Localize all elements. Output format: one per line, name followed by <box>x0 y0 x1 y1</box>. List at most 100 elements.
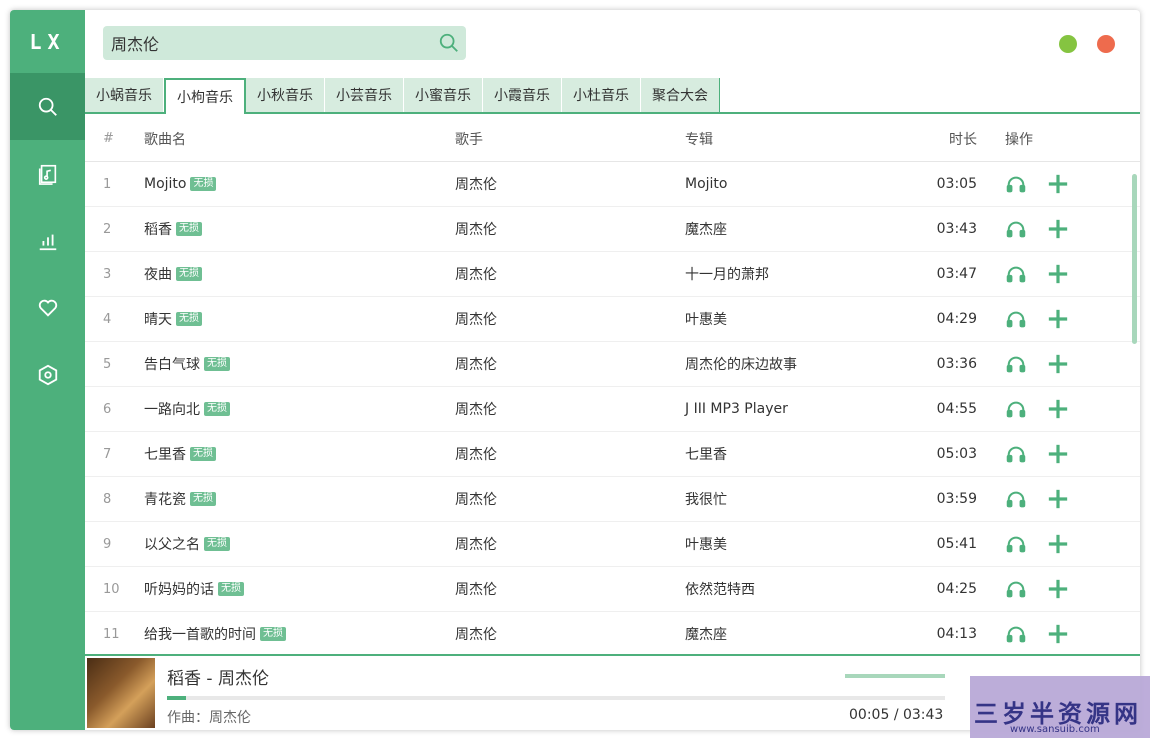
add-icon[interactable] <box>1047 398 1069 420</box>
heart-icon <box>38 299 57 317</box>
lossless-badge: 无损 <box>204 537 230 551</box>
source-tab[interactable]: 小蜗音乐 <box>85 78 164 112</box>
table-row[interactable]: 1 Mojito 无损 周杰伦 Mojito 03:05 <box>85 162 1140 207</box>
listen-icon[interactable] <box>1005 353 1027 375</box>
album[interactable]: 七里香 <box>685 444 900 464</box>
row-num: 2 <box>103 221 112 237</box>
add-icon[interactable] <box>1047 218 1069 240</box>
album[interactable]: 依然范特西 <box>685 579 900 599</box>
listen-icon[interactable] <box>1005 533 1027 555</box>
time-display: 00:05 / 03:43 <box>849 707 943 723</box>
lossless-badge: 无损 <box>190 447 216 461</box>
album[interactable]: 魔杰座 <box>685 624 900 644</box>
nav-settings[interactable] <box>10 341 85 408</box>
singer[interactable]: 周杰伦 <box>455 174 685 194</box>
row-actions <box>985 578 1085 600</box>
source-tab[interactable]: 小芸音乐 <box>325 78 404 112</box>
singer[interactable]: 周杰伦 <box>455 579 685 599</box>
album[interactable]: 叶惠美 <box>685 309 900 329</box>
album[interactable]: J III MP3 Player <box>685 401 900 417</box>
table-row[interactable]: 7 七里香 无损 周杰伦 七里香 05:03 <box>85 432 1140 477</box>
source-tab[interactable]: 小蜜音乐 <box>404 78 483 112</box>
search-input[interactable] <box>103 33 432 53</box>
source-tab[interactable]: 聚合大会 <box>641 78 720 112</box>
add-icon[interactable] <box>1047 308 1069 330</box>
search-button[interactable] <box>432 26 466 60</box>
singer[interactable]: 周杰伦 <box>455 399 685 419</box>
listen-icon[interactable] <box>1005 443 1027 465</box>
listen-icon[interactable] <box>1005 263 1027 285</box>
duration: 04:13 <box>936 626 977 642</box>
album[interactable]: 十一月的萧邦 <box>685 264 900 284</box>
header-ops: 操作 <box>1005 131 1033 148</box>
singer[interactable]: 周杰伦 <box>455 309 685 329</box>
listen-icon[interactable] <box>1005 488 1027 510</box>
song-name: 告白气球 <box>144 357 200 373</box>
close-button[interactable] <box>1097 35 1115 53</box>
table-row[interactable]: 9 以父之名 无损 周杰伦 叶惠美 05:41 <box>85 522 1140 567</box>
lossless-badge: 无损 <box>176 267 202 281</box>
source-tabs: 小蜗音乐 小枸音乐 小秋音乐 小芸音乐 小蜜音乐 小霞音乐 小杜音乐 聚合大会 <box>85 78 1140 114</box>
album[interactable]: 周杰伦的床边故事 <box>685 354 900 374</box>
table-row[interactable]: 11 给我一首歌的时间 无损 周杰伦 魔杰座 04:13 <box>85 612 1140 656</box>
source-tab[interactable]: 小秋音乐 <box>246 78 325 112</box>
source-tab[interactable]: 小杜音乐 <box>562 78 641 112</box>
add-icon[interactable] <box>1047 623 1069 645</box>
album-cover[interactable] <box>87 658 155 728</box>
add-icon[interactable] <box>1047 533 1069 555</box>
progress-bar[interactable] <box>167 696 945 700</box>
song-name: 七里香 <box>144 447 186 463</box>
source-tab[interactable]: 小霞音乐 <box>483 78 562 112</box>
table-row[interactable]: 5 告白气球 无损 周杰伦 周杰伦的床边故事 03:36 <box>85 342 1140 387</box>
lossless-badge: 无损 <box>204 357 230 371</box>
table-row[interactable]: 4 晴天 无损 周杰伦 叶惠美 04:29 <box>85 297 1140 342</box>
album[interactable]: Mojito <box>685 176 900 192</box>
add-icon[interactable] <box>1047 443 1069 465</box>
add-icon[interactable] <box>1047 173 1069 195</box>
nav-songlist[interactable] <box>10 140 85 207</box>
listen-icon[interactable] <box>1005 578 1027 600</box>
album[interactable]: 叶惠美 <box>685 534 900 554</box>
singer[interactable]: 周杰伦 <box>455 354 685 374</box>
total-time: 03:43 <box>902 707 944 723</box>
nav-favorites[interactable] <box>10 274 85 341</box>
minimize-button[interactable] <box>1059 35 1077 53</box>
add-icon[interactable] <box>1047 578 1069 600</box>
table-row[interactable]: 10 听妈妈的话 无损 周杰伦 依然范特西 04:25 <box>85 567 1140 612</box>
duration: 04:29 <box>936 311 977 327</box>
scrollbar[interactable] <box>1132 174 1137 344</box>
add-icon[interactable] <box>1047 353 1069 375</box>
nav-search[interactable] <box>10 73 85 140</box>
singer[interactable]: 周杰伦 <box>455 534 685 554</box>
album[interactable]: 我很忙 <box>685 489 900 509</box>
album[interactable]: 魔杰座 <box>685 219 900 239</box>
singer[interactable]: 周杰伦 <box>455 219 685 239</box>
lossless-badge: 无损 <box>218 582 244 596</box>
lossless-badge: 无损 <box>190 492 216 506</box>
table-row[interactable]: 6 一路向北 无损 周杰伦 J III MP3 Player 04:55 <box>85 387 1140 432</box>
singer[interactable]: 周杰伦 <box>455 624 685 644</box>
add-icon[interactable] <box>1047 263 1069 285</box>
table-row[interactable]: 2 稻香 无损 周杰伦 魔杰座 03:43 <box>85 207 1140 252</box>
duration: 04:25 <box>936 581 977 597</box>
duration: 03:05 <box>936 176 977 192</box>
singer[interactable]: 周杰伦 <box>455 264 685 284</box>
listen-icon[interactable] <box>1005 218 1027 240</box>
listen-icon[interactable] <box>1005 398 1027 420</box>
source-tab[interactable]: 小枸音乐 <box>164 78 246 114</box>
add-icon[interactable] <box>1047 488 1069 510</box>
listen-icon[interactable] <box>1005 623 1027 645</box>
singer[interactable]: 周杰伦 <box>455 444 685 464</box>
listen-icon[interactable] <box>1005 308 1027 330</box>
singer[interactable]: 周杰伦 <box>455 489 685 509</box>
duration: 03:47 <box>936 266 977 282</box>
table-row[interactable]: 3 夜曲 无损 周杰伦 十一月的萧邦 03:47 <box>85 252 1140 297</box>
header-num: # <box>103 131 114 146</box>
header-name: 歌曲名 <box>144 131 186 148</box>
duration: 03:43 <box>936 221 977 237</box>
table-row[interactable]: 8 青花瓷 无损 周杰伦 我很忙 03:59 <box>85 477 1140 522</box>
lyric-line: 作曲：周杰伦 <box>167 710 251 726</box>
nav-leaderboard[interactable] <box>10 207 85 274</box>
listen-icon[interactable] <box>1005 173 1027 195</box>
volume-bar[interactable] <box>845 674 945 678</box>
